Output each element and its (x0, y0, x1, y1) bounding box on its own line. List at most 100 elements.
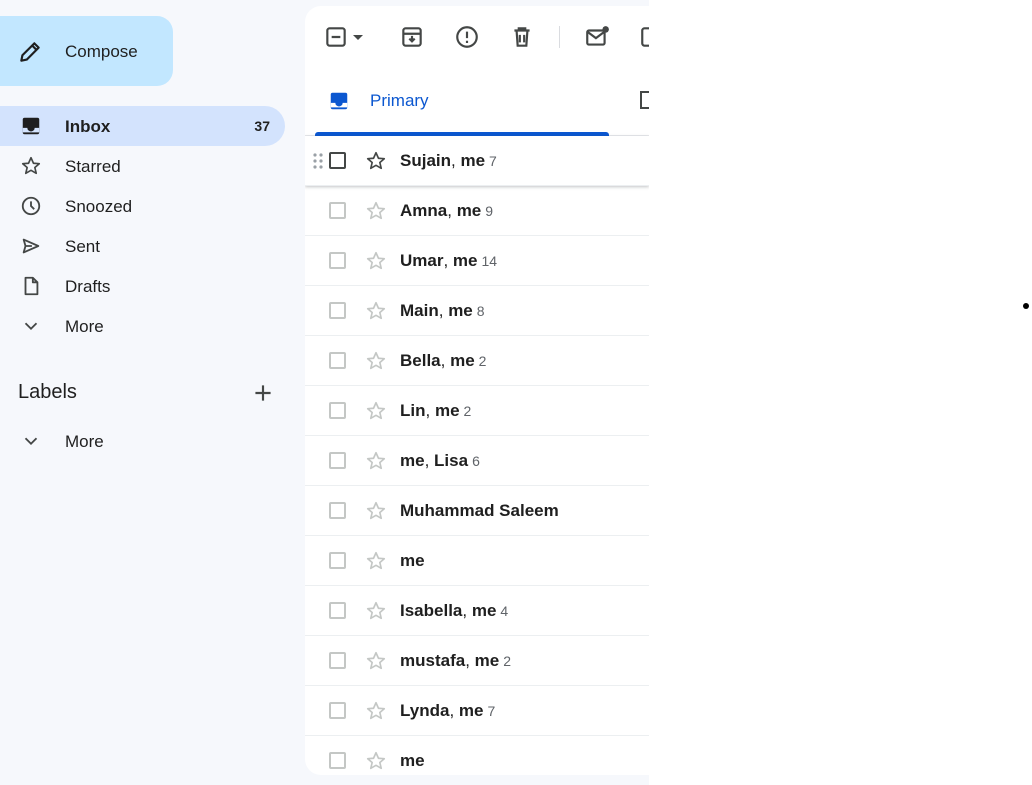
sender-names: Amna, me 9 (400, 201, 493, 221)
row-checkbox[interactable] (329, 752, 346, 769)
draft-icon (24, 276, 39, 296)
email-row[interactable]: Umar, me 14 (305, 236, 649, 286)
tab-primary[interactable]: Primary (315, 70, 609, 136)
email-row[interactable]: Amna, me 9 (305, 186, 649, 236)
separator: , (424, 451, 435, 470)
email-row[interactable]: Isabella, me 4 (305, 586, 649, 636)
row-checkbox[interactable] (329, 452, 346, 469)
thread-count: 8 (476, 303, 485, 319)
inbox-icon (330, 92, 348, 110)
sidebar-item-starred[interactable]: Starred (0, 146, 285, 186)
delete-icon[interactable] (509, 24, 535, 50)
thread-count: 2 (503, 653, 512, 669)
star-icon[interactable] (365, 300, 387, 322)
star-icon[interactable] (365, 650, 387, 672)
star-icon[interactable] (365, 450, 387, 472)
sender-names: mustafa, me 2 (400, 651, 511, 671)
email-row[interactable]: Sujain, me 7 (305, 136, 649, 186)
report-spam-icon[interactable] (454, 24, 480, 50)
thread-count: 14 (481, 253, 498, 269)
row-checkbox[interactable] (329, 302, 346, 319)
sidebar-item-label: Snoozed (65, 197, 133, 216)
sidebar-item-sent[interactable]: Sent (0, 226, 285, 266)
snooze-icon[interactable] (639, 24, 649, 50)
sidebar-item-inbox[interactable]: Inbox 37 (0, 106, 285, 146)
sender-name: me (452, 251, 478, 270)
row-checkbox[interactable] (329, 402, 346, 419)
compose-button[interactable]: Compose (0, 16, 173, 86)
row-checkbox[interactable] (329, 252, 346, 269)
separator: , (425, 401, 435, 420)
sidebar-item-label: Starred (65, 157, 121, 176)
star-icon[interactable] (365, 500, 387, 522)
sender-names: Umar, me 14 (400, 251, 497, 271)
row-checkbox[interactable] (329, 352, 346, 369)
email-row[interactable]: Main, me 8 (305, 286, 649, 336)
row-checkbox[interactable] (329, 152, 346, 169)
separator: , (440, 351, 451, 370)
thread-count: 2 (478, 353, 487, 369)
sender-name: Main (400, 301, 439, 320)
row-checkbox[interactable] (329, 602, 346, 619)
labels-more-button[interactable]: More (0, 421, 285, 461)
category-tabs: Primary (305, 70, 649, 136)
row-checkbox[interactable] (329, 552, 346, 569)
thread-count: 7 (489, 153, 497, 169)
email-row[interactable]: Bella, me 2 (305, 336, 649, 386)
sidebar-item-label: Sent (65, 237, 100, 256)
sidebar-item-snoozed[interactable]: Snoozed (0, 186, 285, 226)
row-checkbox[interactable] (329, 652, 346, 669)
email-row[interactable]: me (305, 736, 649, 775)
email-row[interactable]: mustafa, me 2 (305, 636, 649, 686)
sender-names: Isabella, me 4 (400, 601, 508, 621)
clock-icon (21, 196, 41, 216)
sender-name: me (400, 451, 425, 470)
email-row[interactable]: Muhammad Saleem (305, 486, 649, 536)
sender-names: Muhammad Saleem (400, 501, 559, 521)
select-checkbox-icon[interactable] (323, 24, 349, 50)
thread-count: 7 (487, 703, 496, 719)
row-checkbox[interactable] (329, 702, 346, 719)
star-icon[interactable] (365, 200, 387, 222)
sender-name: me (400, 751, 425, 770)
drag-handle-icon[interactable] (312, 152, 324, 170)
row-checkbox[interactable] (329, 502, 346, 519)
star-icon[interactable] (365, 600, 387, 622)
sender-name: me (450, 351, 475, 370)
sender-name: Lin (400, 401, 426, 420)
email-row[interactable]: Lynda, me 7 (305, 686, 649, 736)
star-icon[interactable] (365, 400, 387, 422)
sender-name: mustafa (400, 651, 466, 670)
sender-name: Amna (400, 201, 448, 220)
sender-names: me (400, 751, 425, 771)
sidebar-item-more[interactable]: More (0, 306, 285, 346)
tab-primary-label: Primary (370, 91, 429, 110)
star-icon[interactable] (365, 350, 387, 372)
sender-name: me (400, 551, 425, 570)
sender-names: me (400, 551, 425, 571)
sidebar-item-drafts[interactable]: Drafts (0, 266, 285, 306)
email-row[interactable]: Lin, me 2 (305, 386, 649, 436)
star-icon[interactable] (365, 700, 387, 722)
star-icon[interactable] (365, 550, 387, 572)
mail-list-panel: Primary Sujain, me 7 Amna, me 9 Umar, me 14 Ma… (305, 6, 649, 775)
dropdown-caret-icon[interactable] (351, 24, 365, 50)
star-icon[interactable] (365, 750, 387, 772)
star-icon[interactable] (365, 250, 387, 272)
labels-heading: Labels (18, 381, 77, 403)
star-icon[interactable] (365, 150, 387, 172)
separator: , (465, 651, 475, 670)
mark-unread-icon[interactable] (584, 24, 610, 50)
tag-icon[interactable] (639, 88, 649, 112)
sender-name: me (458, 701, 484, 720)
unread-count: 37 (254, 118, 270, 134)
pencil-icon (20, 42, 40, 62)
labels-more-label: More (65, 432, 104, 451)
cursor-dot (1023, 303, 1029, 309)
email-row[interactable]: me, Lisa 6 (305, 436, 649, 486)
sender-name: me (448, 301, 473, 320)
email-row[interactable]: me (305, 536, 649, 586)
archive-icon[interactable] (399, 24, 425, 50)
plus-icon[interactable] (250, 380, 276, 406)
row-checkbox[interactable] (329, 202, 346, 219)
